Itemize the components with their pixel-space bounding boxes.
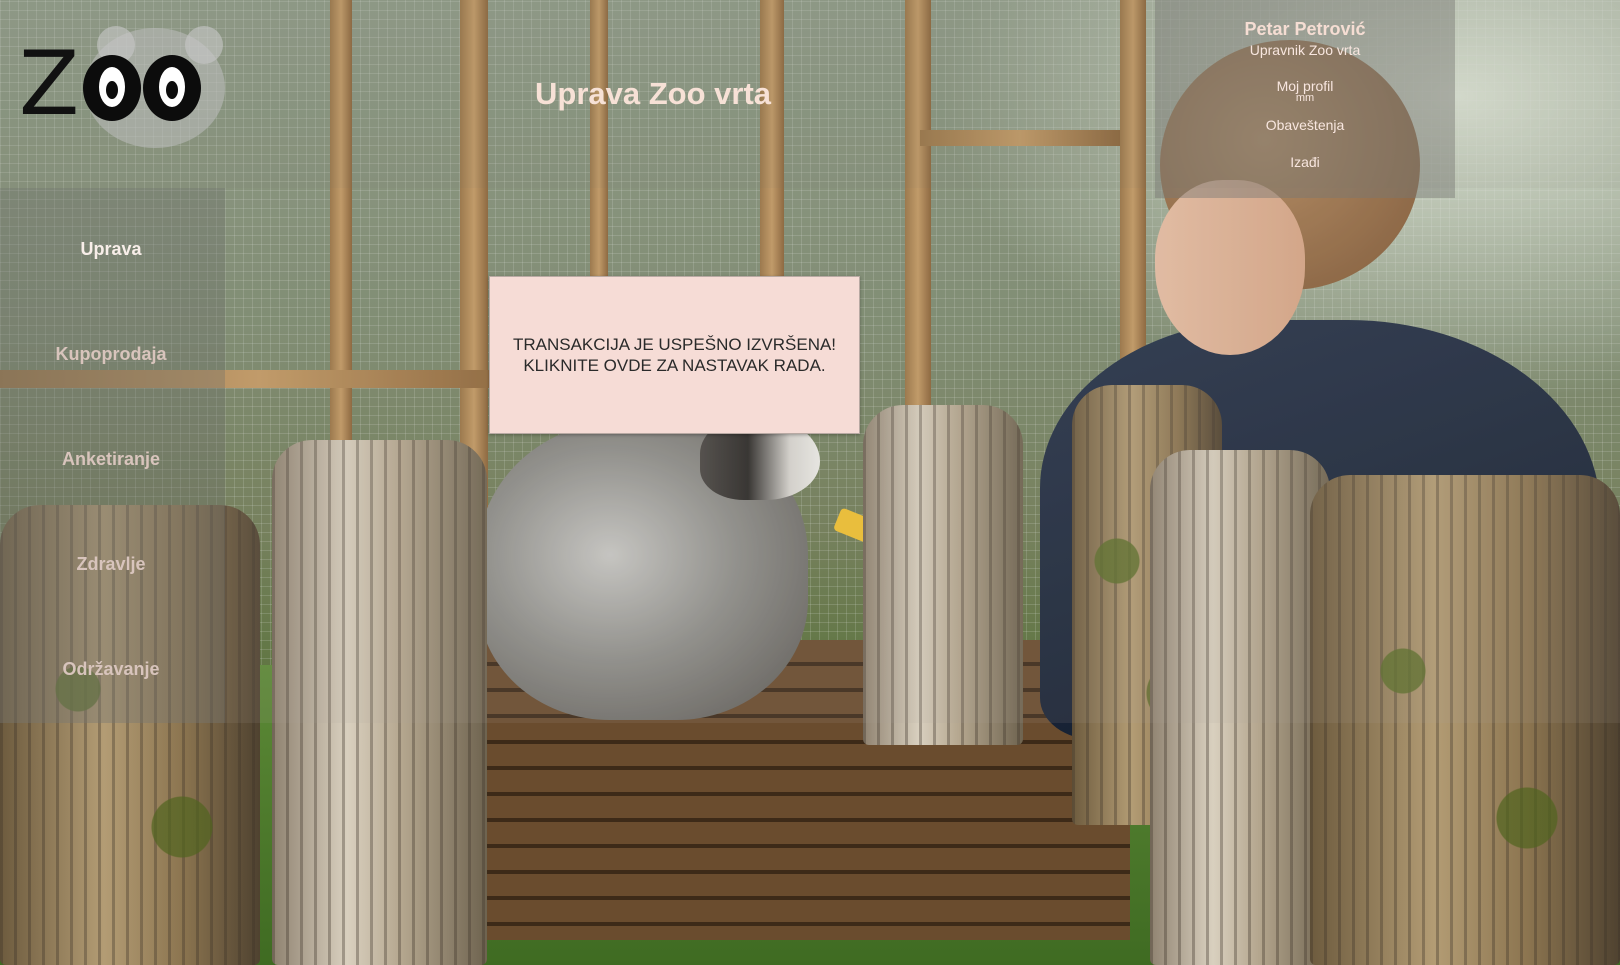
sidebar-item-anketiranje[interactable]: Anketiranje — [0, 449, 222, 470]
zoo-logo[interactable]: Z — [15, 20, 225, 150]
my-profile-link[interactable]: Moj profil mm — [1155, 78, 1455, 104]
panda-ear-right — [185, 26, 223, 64]
logo-eye-left — [83, 55, 141, 121]
notifications-link[interactable]: Obaveštenja — [1155, 117, 1455, 133]
logo-eye-right — [143, 55, 201, 121]
dialog-message-line2: KLIKNITE OVDE ZA NASTAVAK RADA. — [523, 356, 826, 375]
user-role: Upravnik Zoo vrta — [1249, 42, 1361, 58]
logo-letter-z: Z — [19, 32, 80, 135]
sidebar-item-uprava[interactable]: Uprava — [0, 239, 222, 260]
sidebar-item-zdravlje[interactable]: Zdravlje — [0, 554, 222, 575]
main-content-panel — [225, 188, 1620, 723]
my-profile-sub: mm — [1295, 92, 1315, 104]
user-name: Petar Petrović — [1244, 19, 1366, 39]
dialog-message-line1: TRANSAKCIJA JE USPEŠNO IZVRŠENA! — [512, 335, 837, 354]
logout-link[interactable]: Izađi — [1155, 154, 1455, 170]
transaction-success-dialog[interactable]: TRANSAKCIJA JE USPEŠNO IZVRŠENA! KLIKNIT… — [489, 276, 860, 434]
sidebar-item-odrzavanje[interactable]: Održavanje — [0, 659, 222, 680]
sidebar-item-kupoprodaja[interactable]: Kupoprodaja — [0, 344, 222, 365]
page-title: Uprava Zoo vrta — [535, 76, 772, 111]
